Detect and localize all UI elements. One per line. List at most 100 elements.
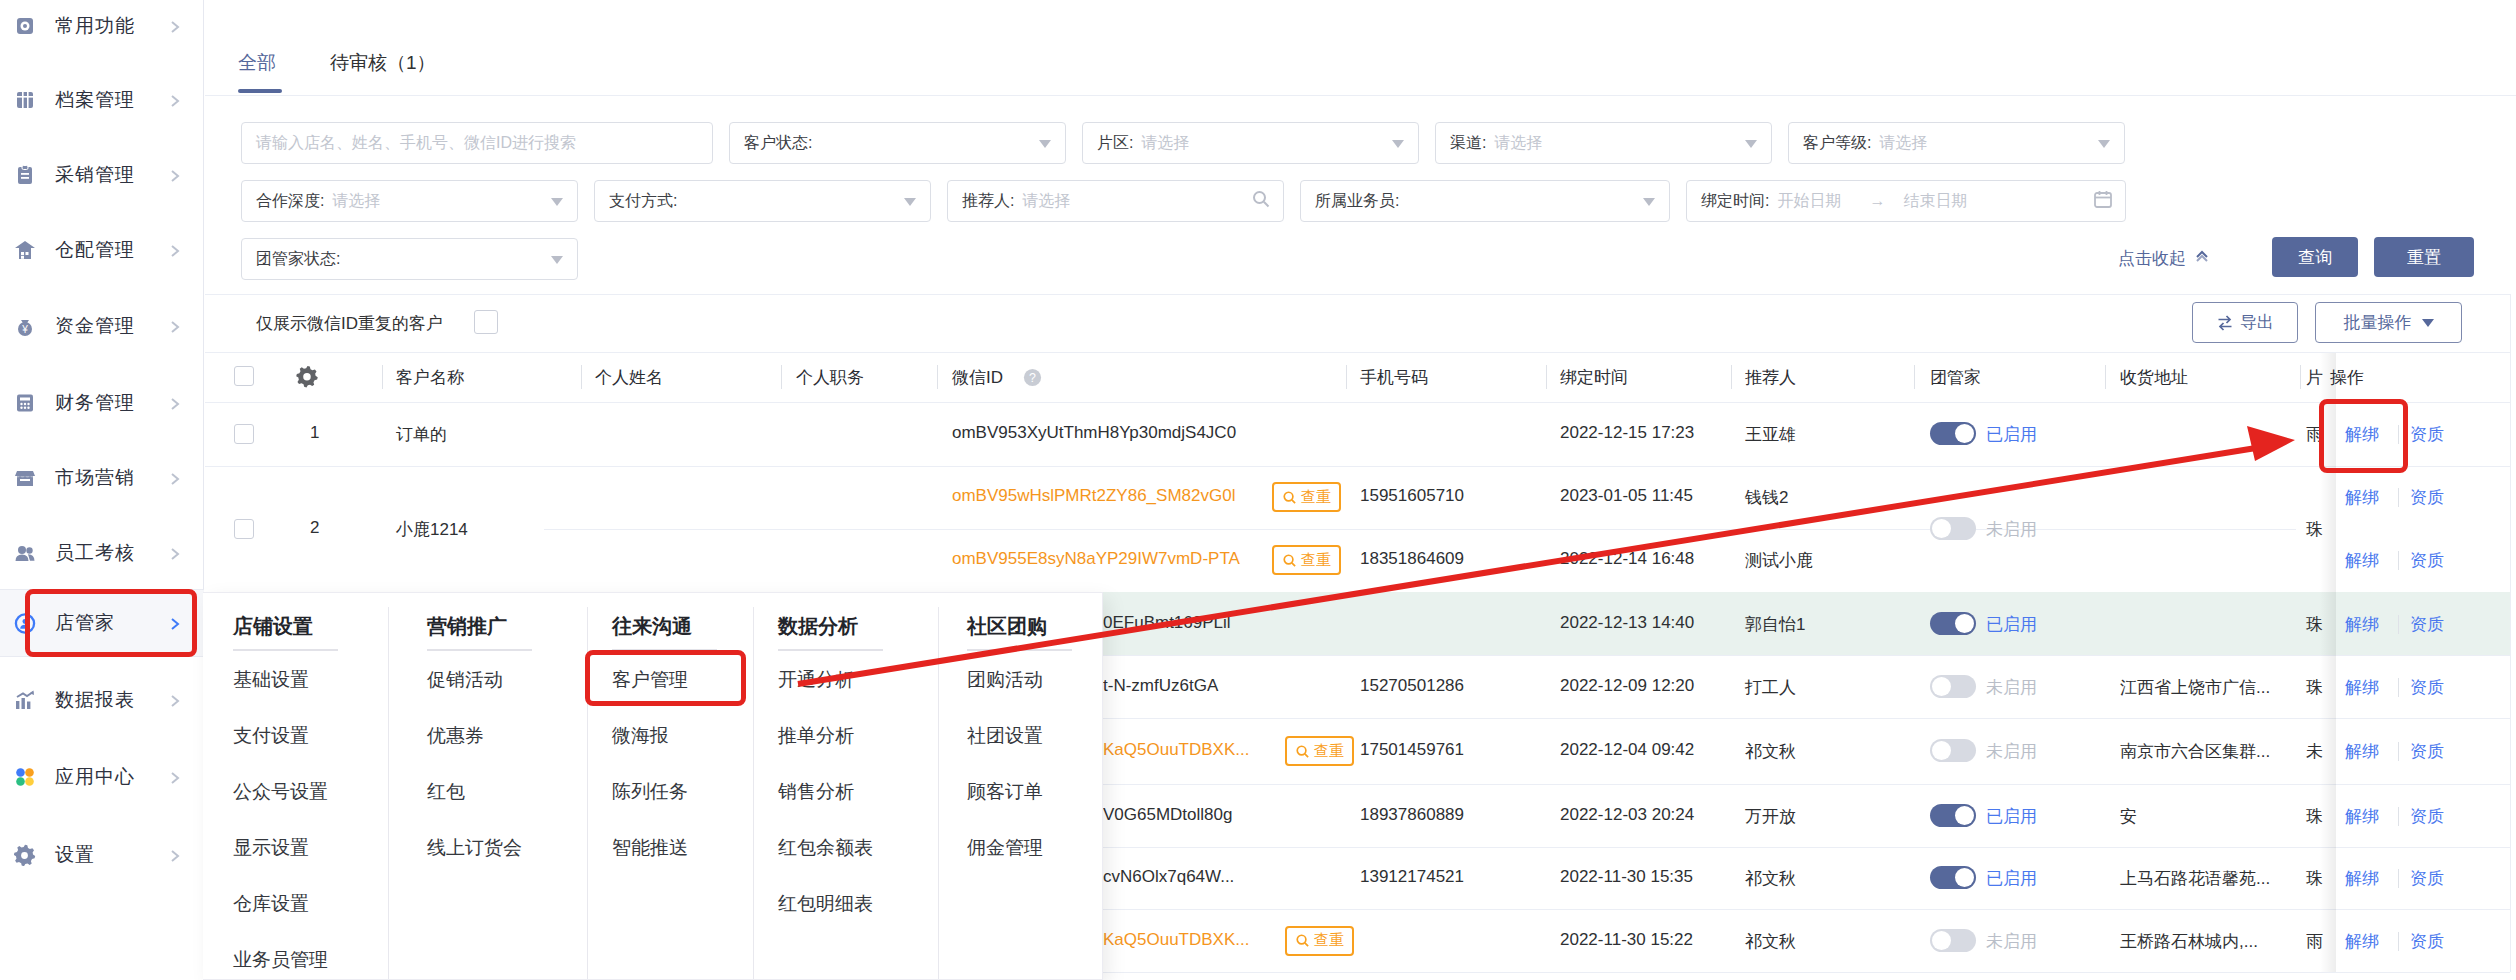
- filter-select-渠道[interactable]: 渠道:请选择: [1435, 122, 1772, 164]
- menu-item-支付设置[interactable]: 支付设置: [233, 723, 309, 749]
- column-settings-gear-icon[interactable]: [296, 365, 319, 392]
- filter-placeholder: 请选择: [1022, 191, 1070, 212]
- dup-check-button[interactable]: 查重: [1285, 926, 1354, 956]
- filter-label: 团管家状态:: [256, 249, 340, 270]
- status-toggle[interactable]: [1930, 739, 1976, 762]
- filter-select-推荐人[interactable]: 推荐人:请选择: [947, 180, 1284, 222]
- qualification-link[interactable]: 资质: [2410, 423, 2444, 446]
- status-toggle[interactable]: [1930, 866, 1976, 889]
- menu-item-公众号设置[interactable]: 公众号设置: [233, 779, 328, 805]
- filter-select-客户状态[interactable]: 客户状态:: [729, 122, 1066, 164]
- filter-select-支付方式[interactable]: 支付方式:: [594, 180, 931, 222]
- row-checkbox[interactable]: [234, 424, 254, 444]
- column-header-团管家: 团管家: [1930, 366, 1981, 389]
- dup-check-button[interactable]: 查重: [1272, 482, 1341, 512]
- menu-item-优惠券[interactable]: 优惠券: [427, 723, 484, 749]
- menu-item-推单分析[interactable]: 推单分析: [778, 723, 854, 749]
- unbind-link[interactable]: 解绑: [2345, 549, 2379, 572]
- menu-item-促销活动[interactable]: 促销活动: [427, 667, 503, 693]
- sidebar-item-市场营销[interactable]: 市场营销: [0, 444, 204, 512]
- customer-name: 小鹿1214: [396, 518, 468, 541]
- tab-pending[interactable]: 待审核（1）: [330, 50, 436, 76]
- filter-select-团管家状态[interactable]: 团管家状态:: [241, 238, 578, 280]
- filter-date-range[interactable]: 绑定时间:开始日期→结束日期: [1686, 180, 2126, 222]
- status-toggle[interactable]: [1930, 612, 1976, 635]
- menu-item-微海报[interactable]: 微海报: [612, 723, 669, 749]
- chevron-down-icon: [1745, 140, 1757, 148]
- filter-label: 片区:: [1097, 133, 1133, 154]
- status-toggle[interactable]: [1930, 804, 1976, 827]
- menu-item-开通分析[interactable]: 开通分析: [778, 667, 854, 693]
- qualification-link[interactable]: 资质: [2410, 867, 2444, 890]
- dup-check-button[interactable]: 查重: [1272, 545, 1341, 575]
- qualification-link[interactable]: 资质: [2410, 486, 2444, 509]
- dup-filter-checkbox[interactable]: [474, 310, 498, 334]
- sidebar-item-仓配管理[interactable]: 仓配管理: [0, 216, 204, 284]
- filter-select-合作深度[interactable]: 合作深度:请选择: [241, 180, 578, 222]
- menu-item-团购活动[interactable]: 团购活动: [967, 667, 1043, 693]
- menu-item-智能推送[interactable]: 智能推送: [612, 835, 688, 861]
- batch-actions-button[interactable]: 批量操作: [2315, 302, 2462, 343]
- sidebar-item-资金管理[interactable]: ¥资金管理: [0, 292, 204, 360]
- row-checkbox[interactable]: [234, 519, 254, 539]
- menu-item-佣金管理[interactable]: 佣金管理: [967, 835, 1043, 861]
- status-toggle[interactable]: [1930, 675, 1976, 698]
- filter-placeholder: 请选择: [1494, 133, 1542, 154]
- svg-text:¥: ¥: [21, 324, 28, 335]
- search-button[interactable]: 查询: [2272, 237, 2358, 277]
- menu-item-基础设置[interactable]: 基础设置: [233, 667, 309, 693]
- sidebar-item-数据报表[interactable]: 数据报表: [0, 666, 204, 734]
- unbind-link[interactable]: 解绑: [2345, 613, 2379, 636]
- status-toggle[interactable]: [1930, 422, 1976, 445]
- collapse-filters-button[interactable]: 点击收起: [2118, 238, 2210, 278]
- sidebar-item-设置[interactable]: 设置: [0, 821, 204, 889]
- qualification-link[interactable]: 资质: [2410, 549, 2444, 572]
- status-toggle[interactable]: [1930, 929, 1976, 952]
- menu-item-显示设置[interactable]: 显示设置: [233, 835, 309, 861]
- menu-item-社团设置[interactable]: 社团设置: [967, 723, 1043, 749]
- select-all-checkbox[interactable]: [234, 366, 254, 386]
- unbind-link[interactable]: 解绑: [2345, 930, 2379, 953]
- unbind-link[interactable]: 解绑: [2345, 805, 2379, 828]
- filter-select-片区[interactable]: 片区:请选择: [1082, 122, 1419, 164]
- unbind-link[interactable]: 解绑: [2345, 867, 2379, 890]
- menu-item-销售分析[interactable]: 销售分析: [778, 779, 854, 805]
- menu-item-红包明细表[interactable]: 红包明细表: [778, 891, 873, 917]
- sidebar-item-采销管理[interactable]: 采销管理: [0, 141, 204, 209]
- menu-item-仓库设置[interactable]: 仓库设置: [233, 891, 309, 917]
- status-toggle[interactable]: [1930, 517, 1976, 540]
- export-button[interactable]: 导出: [2192, 302, 2298, 343]
- qualification-link[interactable]: 资质: [2410, 740, 2444, 763]
- sidebar-item-常用功能[interactable]: 常用功能: [0, 0, 204, 60]
- unbind-link[interactable]: 解绑: [2345, 740, 2379, 763]
- column-divider: [937, 365, 938, 389]
- sidebar-item-财务管理[interactable]: 财务管理: [0, 369, 204, 437]
- sidebar-item-员工考核[interactable]: 员工考核: [0, 519, 204, 587]
- menu-item-红包余额表[interactable]: 红包余额表: [778, 835, 873, 861]
- reset-button[interactable]: 重置: [2374, 237, 2474, 277]
- search-input[interactable]: 请输入店名、姓名、手机号、微信ID进行搜索: [241, 122, 713, 164]
- filter-select-客户等级[interactable]: 客户等级:请选择: [1788, 122, 2125, 164]
- unbind-link[interactable]: 解绑: [2345, 676, 2379, 699]
- filter-select-所属业务员[interactable]: 所属业务员:: [1300, 180, 1670, 222]
- menu-item-线上订货会[interactable]: 线上订货会: [427, 835, 522, 861]
- menu-item-业务员管理[interactable]: 业务员管理: [233, 947, 328, 973]
- tab-all[interactable]: 全部: [238, 50, 276, 76]
- qualification-link[interactable]: 资质: [2410, 676, 2444, 699]
- annotation-box-menu-item: [585, 650, 746, 706]
- unbind-link[interactable]: 解绑: [2345, 486, 2379, 509]
- menu-item-顾客订单[interactable]: 顾客订单: [967, 779, 1043, 805]
- wechat-id: cvN6Olx7q64W...: [1103, 867, 1234, 887]
- qualification-link[interactable]: 资质: [2410, 930, 2444, 953]
- menu-item-陈列任务[interactable]: 陈列任务: [612, 779, 688, 805]
- sidebar-item-应用中心[interactable]: 应用中心: [0, 743, 204, 811]
- qualification-link[interactable]: 资质: [2410, 613, 2444, 636]
- dup-check-button[interactable]: 查重: [1285, 736, 1354, 766]
- wechat-id: omBV953XyUtThmH8Yp30mdjS4JC0: [952, 423, 1236, 443]
- sidebar-item-档案管理[interactable]: 档案管理: [0, 66, 204, 134]
- dup-check-label: 查重: [1314, 931, 1344, 950]
- referrer: 祁文秋: [1745, 930, 1796, 953]
- menu-item-红包[interactable]: 红包: [427, 779, 465, 805]
- qualification-link[interactable]: 资质: [2410, 805, 2444, 828]
- phone-number: 13912174521: [1360, 867, 1464, 887]
